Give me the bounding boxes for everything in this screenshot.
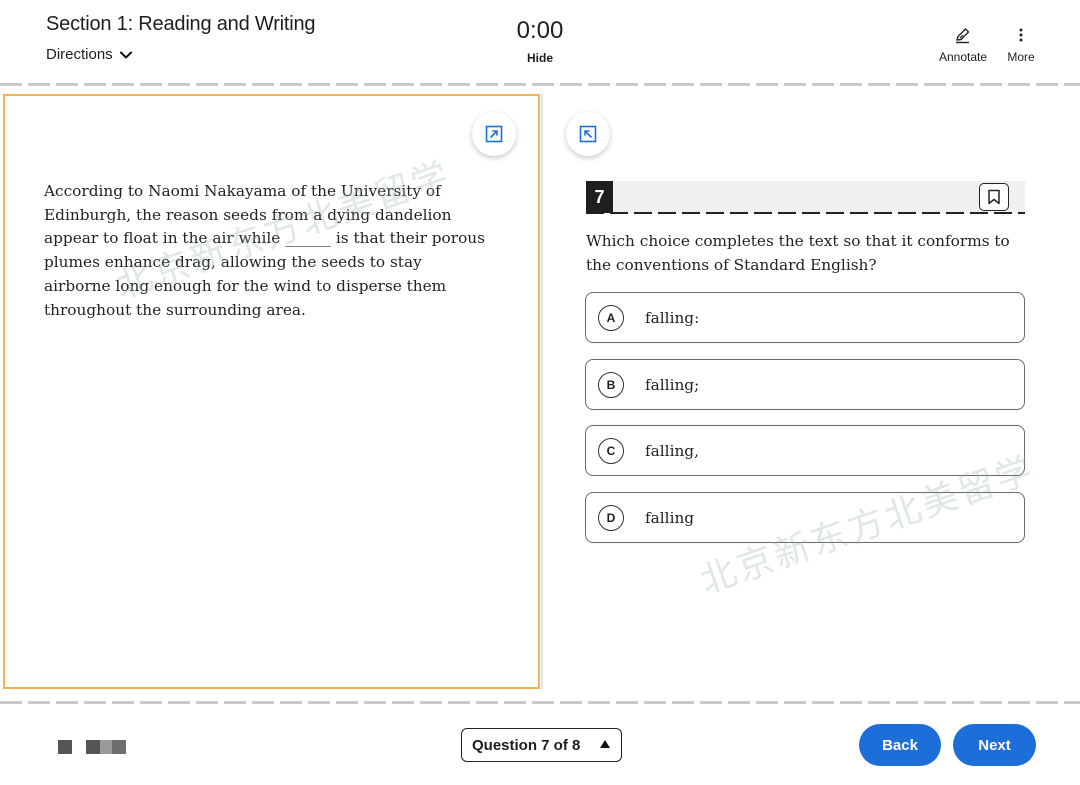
choice-text: falling,	[645, 441, 699, 460]
collapse-question-button[interactable]	[566, 112, 610, 156]
redacted-name-block	[100, 740, 112, 754]
redacted-name-block	[58, 740, 72, 754]
annotate-label: Annotate	[938, 50, 988, 64]
next-button[interactable]: Next	[953, 724, 1036, 766]
choice-letter: A	[598, 304, 624, 331]
caret-up-icon	[600, 740, 610, 748]
directions-label: Directions	[46, 46, 113, 63]
choice-letter: B	[598, 371, 624, 398]
choice-text: falling:	[645, 308, 700, 327]
choice-text: falling	[645, 508, 695, 527]
collapse-icon	[579, 125, 597, 143]
more-label: More	[1007, 50, 1035, 64]
vertical-dots-icon	[1011, 24, 1031, 46]
question-number: 7	[586, 181, 613, 213]
timer: 0:00	[516, 17, 564, 44]
top-toolbar: Section 1: Reading and Writing Direction…	[0, 0, 1080, 84]
question-header-bar	[586, 181, 1025, 213]
choice-letter: C	[598, 437, 624, 464]
answer-choice-c[interactable]: C falling,	[585, 425, 1025, 476]
mark-for-review-button[interactable]	[979, 183, 1009, 211]
bookmark-icon	[988, 189, 1000, 205]
header-divider	[0, 83, 1080, 86]
choice-letter: D	[598, 504, 624, 531]
hide-timer-button[interactable]: Hide	[510, 51, 570, 65]
redacted-name-block	[112, 740, 126, 754]
footer-divider	[0, 701, 1080, 704]
pen-icon	[953, 24, 973, 46]
panel-splitter[interactable]	[541, 94, 543, 689]
question-navigator-label: Question 7 of 8	[472, 736, 581, 754]
question-header-divider	[586, 212, 1025, 214]
question-prompt: Which choice completes the text so that …	[586, 232, 1010, 274]
answer-choice-d[interactable]: D falling	[585, 492, 1025, 543]
more-button[interactable]: More	[1002, 24, 1040, 64]
choice-text: falling;	[645, 375, 700, 394]
back-button[interactable]: Back	[859, 724, 941, 766]
passage-text: According to Naomi Nakayama of the Unive…	[44, 182, 485, 319]
answer-choice-a[interactable]: A falling:	[585, 292, 1025, 343]
expand-icon	[485, 125, 503, 143]
question-navigator-button[interactable]: Question 7 of 8	[461, 728, 622, 762]
expand-passage-button[interactable]	[472, 112, 516, 156]
chevron-down-icon	[119, 51, 132, 58]
section-title: Section 1: Reading and Writing	[46, 13, 316, 35]
redacted-name-block	[86, 740, 100, 754]
annotate-button[interactable]: Annotate	[932, 24, 994, 64]
answer-choice-b[interactable]: B falling;	[585, 359, 1025, 410]
directions-toggle[interactable]: Directions	[46, 46, 133, 63]
